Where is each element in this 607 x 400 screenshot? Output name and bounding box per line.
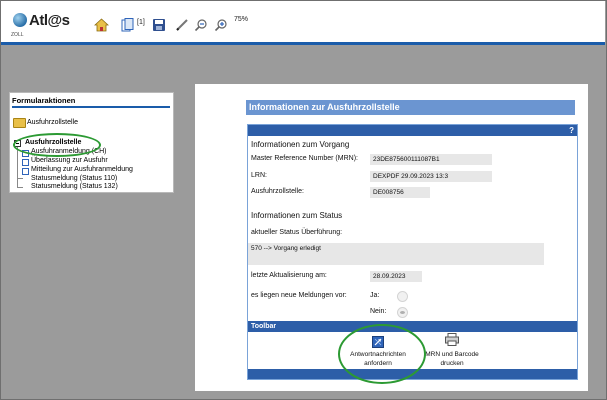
radio-nein-label: Nein: <box>370 308 387 315</box>
status-value: 570 --> Vorgang erledigt <box>248 243 544 265</box>
radio-ja[interactable] <box>397 291 408 302</box>
new-messages-label: es liegen neue Meldungen vor: <box>251 292 347 299</box>
tree-item-status-110[interactable]: Statusmeldung (Status 110) <box>31 175 117 182</box>
logo-text: Atl@s <box>29 12 70 29</box>
zoom-out-icon[interactable] <box>193 17 209 33</box>
zoom-level: 75% <box>234 16 249 23</box>
form-header: Informationen zur Ausfuhrzollstelle <box>246 100 575 115</box>
tree-connector <box>17 147 18 188</box>
tree-node-icon <box>22 168 29 175</box>
home-icon[interactable] <box>93 17 109 33</box>
globe-icon <box>13 13 27 27</box>
help-icon[interactable]: ? <box>569 125 574 136</box>
form-box: ? Informationen zum Vorgang Master Refer… <box>247 124 578 380</box>
pen-icon[interactable] <box>174 17 190 33</box>
collapse-icon[interactable] <box>14 140 21 147</box>
radio-nein[interactable] <box>397 307 408 318</box>
tree-item-ausfuhranmeldung[interactable]: Ausfuhranmeldung (CH) <box>31 148 106 155</box>
print-mrn-barcode-button[interactable]: MRN und Barcode drucken <box>414 350 490 368</box>
mrn-label: Master Reference Number (MRN): <box>251 155 358 162</box>
lrn-label: LRN: <box>251 172 267 179</box>
tree-node-icon <box>22 150 29 157</box>
tree-item-mitteilung[interactable]: Mitteilung zur Ausfuhranmeldung <box>31 166 133 173</box>
folder-icon <box>13 118 26 128</box>
section-status-title: Informationen zum Status <box>251 211 343 220</box>
print-icon[interactable] <box>445 333 459 351</box>
tree-item-status-132[interactable]: Statusmeldung (Status 132) <box>31 183 118 190</box>
radio-ja-label: Ja: <box>370 292 380 299</box>
panel-title: Formularaktionen <box>12 96 76 105</box>
tree-connector <box>18 178 23 179</box>
page-count: [1] <box>137 19 145 26</box>
toolbar-divider <box>1 42 605 45</box>
update-value: 28.09.2023 <box>370 271 422 282</box>
panel-divider <box>12 106 170 108</box>
print-line1: MRN und Barcode <box>425 351 479 358</box>
zollstelle-label: Ausfuhrzollstelle: <box>251 188 304 195</box>
atlas-logo: Atl@s ZOLL <box>11 11 71 39</box>
lrn-value: DEXPDF 29.09.2023 13:3 <box>370 171 492 182</box>
logo-subtext: ZOLL <box>11 32 24 38</box>
request-responses-line1: Antwortnachrichten <box>350 351 406 358</box>
toolbar-title: Toolbar <box>248 321 577 332</box>
app-toolbar: Atl@s ZOLL [1] 75% <box>1 1 605 42</box>
zoom-in-icon[interactable] <box>213 17 229 33</box>
save-icon[interactable] <box>151 17 167 33</box>
tree-node-icon <box>22 159 29 166</box>
pages-icon[interactable] <box>120 17 136 33</box>
folder-label[interactable]: Ausfuhrzollstelle <box>27 119 78 126</box>
tree-connector <box>18 187 23 188</box>
tree-root-ausfuhrzollstelle[interactable]: Ausfuhrzollstelle <box>25 139 81 146</box>
update-label: letzte Aktualisierung am: <box>251 272 327 279</box>
form-page: Informationen zur Ausfuhrzollstelle ? In… <box>195 84 588 391</box>
form-actions-panel: Formularaktionen Ausfuhrzollstelle Ausfu… <box>9 92 174 193</box>
print-line2: drucken <box>440 360 464 367</box>
tree-item-ueberlassung[interactable]: Überlassung zur Ausfuhr <box>31 157 108 164</box>
request-responses-line2: anfordern <box>364 360 392 367</box>
request-responses-button[interactable]: Antwortnachrichten anfordern <box>338 350 418 368</box>
form-box-bottombar <box>248 369 577 379</box>
zollstelle-value: DE008756 <box>370 187 430 198</box>
mrn-value: 23DE875600111087B1 <box>370 154 492 165</box>
section-vorgang-title: Informationen zum Vorgang <box>251 140 350 149</box>
status-label: aktueller Status Überführung: <box>251 229 343 236</box>
form-box-topbar: ? <box>248 125 577 136</box>
